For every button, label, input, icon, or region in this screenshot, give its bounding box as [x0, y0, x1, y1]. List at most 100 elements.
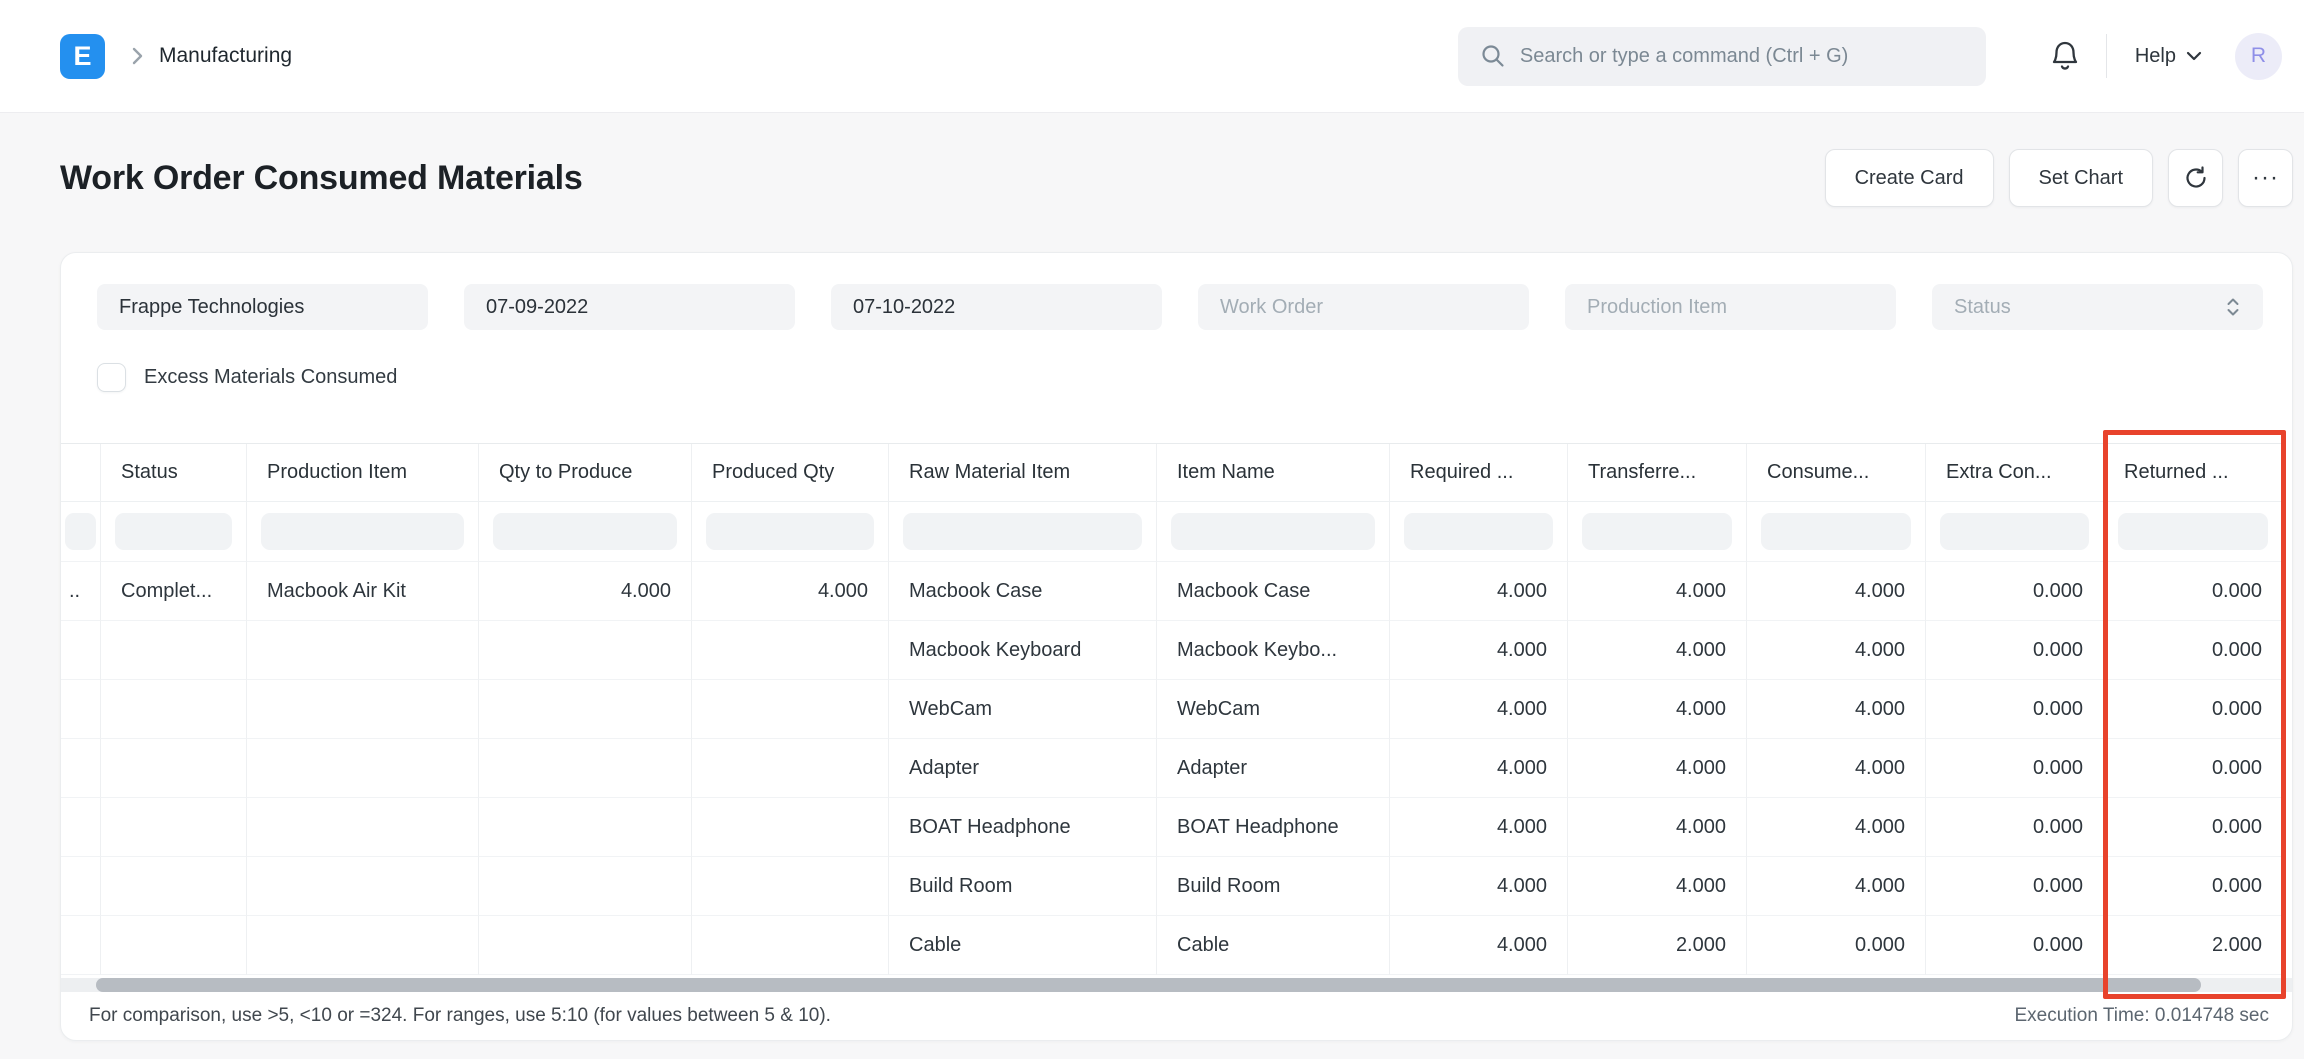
table-cell-extra-con[interactable]: 0.000	[1926, 857, 2104, 916]
column-filter-input-qty-to-produce[interactable]	[493, 513, 677, 550]
table-cell-required[interactable]: 4.000	[1390, 739, 1568, 798]
table-cell-production-item[interactable]	[247, 739, 479, 798]
table-cell-item-name[interactable]: Adapter	[1157, 739, 1390, 798]
table-cell-qty-to-produce[interactable]: 4.000	[479, 562, 692, 621]
column-filter-input-extra-con[interactable]	[1940, 513, 2089, 550]
table-cell-blank[interactable]	[61, 798, 101, 857]
column-filter-input-produced-qty[interactable]	[706, 513, 874, 550]
table-cell-blank[interactable]	[61, 621, 101, 680]
notifications-button[interactable]	[2048, 38, 2082, 74]
table-cell-item-name[interactable]: Cable	[1157, 916, 1390, 975]
table-cell-item-name[interactable]: Build Room	[1157, 857, 1390, 916]
horizontal-scrollbar-thumb[interactable]	[96, 978, 2201, 992]
table-cell-status[interactable]	[101, 798, 247, 857]
column-header-status[interactable]: Status	[101, 444, 247, 502]
table-cell-raw-material-item[interactable]: Macbook Case	[889, 562, 1157, 621]
table-cell-item-name[interactable]: BOAT Headphone	[1157, 798, 1390, 857]
table-cell-required[interactable]: 4.000	[1390, 562, 1568, 621]
table-cell-consume[interactable]: 4.000	[1747, 562, 1926, 621]
table-cell-item-name[interactable]: Macbook Keybo...	[1157, 621, 1390, 680]
table-cell-consume[interactable]: 4.000	[1747, 739, 1926, 798]
table-cell-item-name[interactable]: WebCam	[1157, 680, 1390, 739]
table-cell-raw-material-item[interactable]: Cable	[889, 916, 1157, 975]
table-cell-required[interactable]: 4.000	[1390, 916, 1568, 975]
column-header-extra-con[interactable]: Extra Con...	[1926, 444, 2104, 502]
filter-production-item[interactable]: Production Item	[1565, 284, 1896, 330]
table-cell-consume[interactable]: 4.000	[1747, 857, 1926, 916]
table-cell-transferre[interactable]: 4.000	[1568, 857, 1747, 916]
set-chart-button[interactable]: Set Chart	[2008, 149, 2153, 207]
table-cell-consume[interactable]: 4.000	[1747, 680, 1926, 739]
table-cell-status[interactable]	[101, 739, 247, 798]
table-cell-production-item[interactable]	[247, 798, 479, 857]
table-cell-raw-material-item[interactable]: Macbook Keyboard	[889, 621, 1157, 680]
table-cell-transferre[interactable]: 4.000	[1568, 739, 1747, 798]
create-card-button[interactable]: Create Card	[1824, 149, 1994, 207]
column-header-returned[interactable]: Returned ...	[2104, 444, 2283, 502]
column-filter-input-production-item[interactable]	[261, 513, 464, 550]
table-cell-status[interactable]: Complet...	[101, 562, 247, 621]
table-cell-extra-con[interactable]: 0.000	[1926, 798, 2104, 857]
help-menu[interactable]: Help	[2135, 45, 2203, 68]
table-cell-production-item[interactable]	[247, 621, 479, 680]
table-cell-blank[interactable]	[61, 916, 101, 975]
table-cell-status[interactable]	[101, 857, 247, 916]
table-cell-required[interactable]: 4.000	[1390, 857, 1568, 916]
table-cell-extra-con[interactable]: 0.000	[1926, 916, 2104, 975]
table-cell-returned[interactable]: 0.000	[2104, 562, 2283, 621]
table-cell-blank[interactable]: ..	[61, 562, 101, 621]
table-cell-production-item[interactable]	[247, 916, 479, 975]
column-filter-input-item-name[interactable]	[1171, 513, 1375, 550]
table-cell-blank[interactable]	[61, 857, 101, 916]
table-cell-required[interactable]: 4.000	[1390, 798, 1568, 857]
column-header-qty-to-produce[interactable]: Qty to Produce	[479, 444, 692, 502]
column-header-required[interactable]: Required ...	[1390, 444, 1568, 502]
table-cell-status[interactable]	[101, 621, 247, 680]
filter-to-date[interactable]: 07-10-2022	[831, 284, 1162, 330]
table-cell-status[interactable]	[101, 680, 247, 739]
table-cell-produced-qty[interactable]	[692, 621, 889, 680]
table-cell-qty-to-produce[interactable]	[479, 798, 692, 857]
column-header-blank[interactable]	[61, 444, 101, 502]
column-header-produced-qty[interactable]: Produced Qty	[692, 444, 889, 502]
table-cell-transferre[interactable]: 4.000	[1568, 680, 1747, 739]
table-cell-returned[interactable]: 2.000	[2104, 916, 2283, 975]
table-cell-returned[interactable]: 0.000	[2104, 798, 2283, 857]
table-cell-produced-qty[interactable]	[692, 680, 889, 739]
horizontal-scrollbar-track[interactable]	[61, 978, 2292, 992]
table-cell-produced-qty[interactable]	[692, 857, 889, 916]
table-cell-qty-to-produce[interactable]	[479, 680, 692, 739]
column-filter-input-transferre[interactable]	[1582, 513, 1732, 550]
app-logo[interactable]: E	[60, 33, 105, 79]
column-header-raw-material-item[interactable]: Raw Material Item	[889, 444, 1157, 502]
column-filter-input-consume[interactable]	[1761, 513, 1911, 550]
table-cell-extra-con[interactable]: 0.000	[1926, 562, 2104, 621]
table-cell-production-item[interactable]: Macbook Air Kit	[247, 562, 479, 621]
table-cell-consume[interactable]: 4.000	[1747, 798, 1926, 857]
column-filter-input-blank[interactable]	[65, 513, 96, 550]
table-cell-status[interactable]	[101, 916, 247, 975]
table-cell-qty-to-produce[interactable]	[479, 739, 692, 798]
refresh-button[interactable]	[2168, 149, 2223, 207]
table-cell-production-item[interactable]	[247, 857, 479, 916]
table-cell-qty-to-produce[interactable]	[479, 916, 692, 975]
table-cell-extra-con[interactable]: 0.000	[1926, 621, 2104, 680]
table-cell-required[interactable]: 4.000	[1390, 680, 1568, 739]
table-cell-returned[interactable]: 0.000	[2104, 857, 2283, 916]
table-cell-qty-to-produce[interactable]	[479, 857, 692, 916]
table-cell-raw-material-item[interactable]: Build Room	[889, 857, 1157, 916]
column-header-production-item[interactable]: Production Item	[247, 444, 479, 502]
table-cell-returned[interactable]: 0.000	[2104, 680, 2283, 739]
filter-company[interactable]: Frappe Technologies	[97, 284, 428, 330]
table-cell-returned[interactable]: 0.000	[2104, 739, 2283, 798]
table-cell-qty-to-produce[interactable]	[479, 621, 692, 680]
table-cell-extra-con[interactable]: 0.000	[1926, 739, 2104, 798]
table-cell-required[interactable]: 4.000	[1390, 621, 1568, 680]
column-filter-input-returned[interactable]	[2118, 513, 2268, 550]
column-header-item-name[interactable]: Item Name	[1157, 444, 1390, 502]
table-cell-transferre[interactable]: 2.000	[1568, 916, 1747, 975]
table-cell-item-name[interactable]: Macbook Case	[1157, 562, 1390, 621]
more-menu-button[interactable]: ···	[2238, 149, 2293, 207]
column-filter-input-raw-material-item[interactable]	[903, 513, 1142, 550]
filter-status[interactable]: Status	[1932, 284, 2263, 330]
